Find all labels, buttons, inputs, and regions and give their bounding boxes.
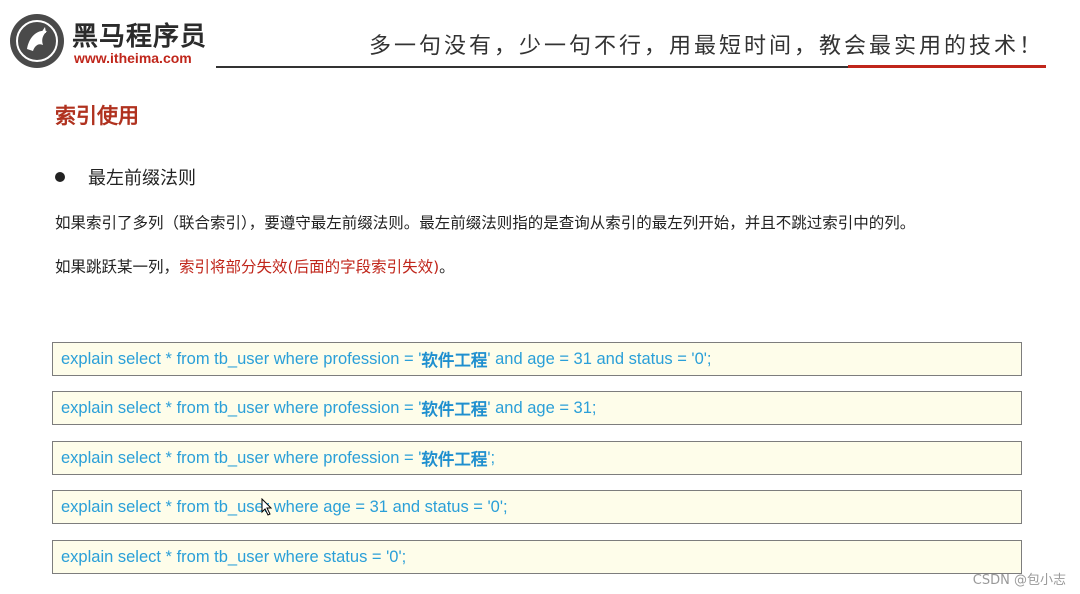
- sql-query-2: explain select * from tb_user where prof…: [52, 391, 1022, 425]
- sql-text: explain select * from tb_user where stat…: [61, 547, 407, 566]
- sql-text: ' and age = 31 and status = '0';: [487, 349, 712, 368]
- sql-text: explain select * from tb_user where prof…: [61, 398, 422, 417]
- paragraph-skip: 如果跳跃某一列，索引将部分失效(后面的字段索引失效)。: [55, 255, 455, 277]
- sql-text: explain select * from tb_user where prof…: [61, 448, 422, 467]
- sql-query-3: explain select * from tb_user where prof…: [52, 441, 1022, 475]
- sql-text: explain select * from tb_user where prof…: [61, 349, 422, 368]
- watermark: CSDN @包小志: [972, 573, 1066, 588]
- sql-chinese-value: 软件工程: [421, 351, 488, 370]
- brand-url: www.itheima.com: [74, 50, 192, 66]
- brand-logo: 黑马程序员 www.itheima.com: [8, 12, 208, 72]
- sql-query-4: explain select * from tb_user where age …: [52, 490, 1022, 524]
- sql-chinese-value: 软件工程: [421, 450, 488, 469]
- paragraph-skip-prefix: 如果跳跃某一列，: [55, 258, 180, 276]
- sql-text: ' and age = 31;: [487, 398, 597, 417]
- paragraph-skip-suffix: 。: [439, 258, 455, 276]
- sql-text: ';: [487, 448, 496, 467]
- sql-query-5: explain select * from tb_user where stat…: [52, 540, 1022, 574]
- bullet-dot-icon: [55, 172, 65, 182]
- header-divider-accent: [848, 65, 1046, 68]
- paragraph-rule: 如果索引了多列（联合索引），要遵守最左前缀法则。最左前缀法则指的是查询从索引的最…: [55, 214, 916, 232]
- bullet-text: 最左前缀法则: [88, 168, 196, 189]
- brand-name: 黑马程序员: [72, 22, 208, 52]
- sql-text: explain select * from tb_user where age …: [61, 497, 508, 516]
- header-slogan: 多一句没有，少一句不行，用最短时间，教会最实用的技术！: [368, 34, 1044, 59]
- sql-query-1: explain select * from tb_user where prof…: [52, 342, 1022, 376]
- paragraph-skip-emphasis: 索引将部分失效(后面的字段索引失效): [179, 258, 440, 276]
- section-title: 索引使用: [55, 104, 139, 128]
- sql-chinese-value: 软件工程: [421, 400, 488, 419]
- horse-logo-icon: [10, 14, 64, 68]
- mouse-cursor-icon: [261, 498, 273, 516]
- bullet-item: 最左前缀法则: [55, 164, 196, 190]
